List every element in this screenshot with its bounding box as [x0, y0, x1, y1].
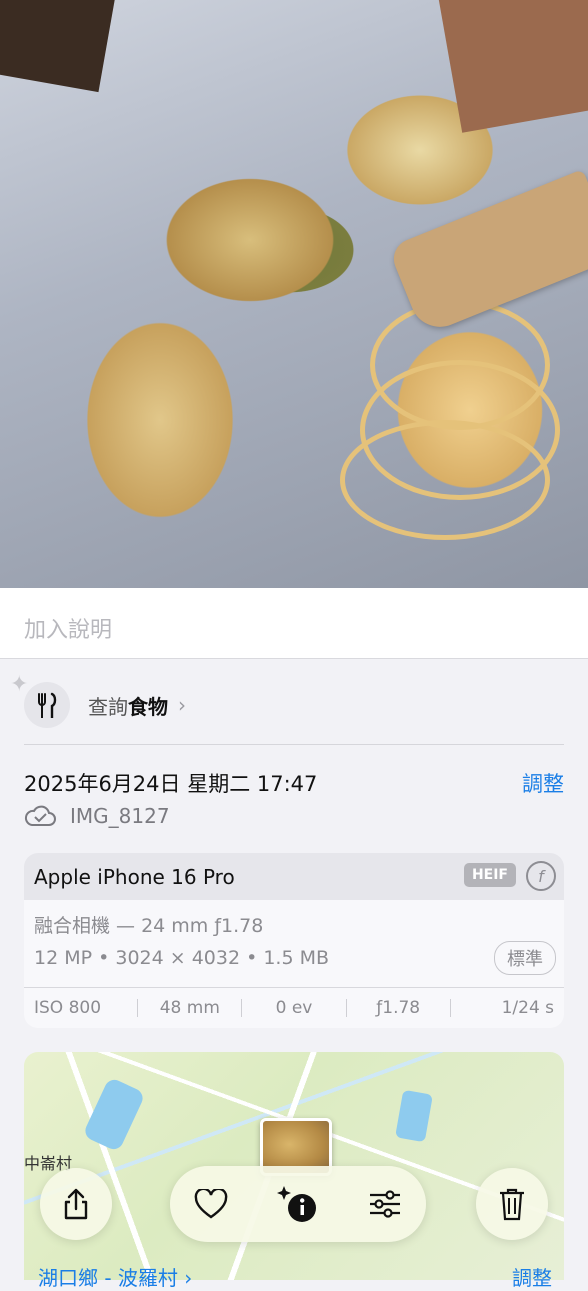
adjust-datetime-button[interactable]: 調整	[522, 768, 564, 798]
icloud-check-icon	[24, 805, 56, 827]
map-lake	[82, 1076, 146, 1153]
photo-datetime: 2025年6月24日 星期二 17:47	[24, 772, 318, 796]
caption-area[interactable]: 加入說明	[0, 588, 588, 659]
exif-shutter: 1/24 s	[501, 997, 555, 1018]
photo[interactable]	[0, 0, 588, 588]
exif-focal-length: 48 mm	[159, 997, 220, 1018]
delete-button[interactable]	[476, 1168, 548, 1240]
map-lake	[395, 1089, 433, 1143]
box-edge	[0, 0, 120, 93]
filename-row: IMG_8127	[24, 804, 170, 828]
filename: IMG_8127	[70, 804, 170, 828]
location-name: 湖口鄉 - 波羅村	[38, 1266, 178, 1290]
lookup-food-button[interactable]: 查詢食物 ›	[24, 682, 186, 728]
camera-card-header: Apple iPhone 16 Pro HEIF f	[24, 853, 564, 900]
adjust-location-button[interactable]: 調整	[512, 1262, 552, 1291]
lens-info: 融合相機 — 24 mm ƒ1.78	[34, 915, 264, 937]
toolbar-group	[170, 1166, 426, 1242]
sliders-icon[interactable]	[368, 1189, 402, 1219]
caption-placeholder[interactable]: 加入說明	[24, 612, 112, 644]
exif-row: ISO 800 48 mm 0 ev ƒ1.78 1/24 s	[24, 987, 564, 1028]
trash-icon	[500, 1188, 524, 1221]
chevron-right-icon: ›	[184, 1266, 193, 1290]
camera-info-card: Apple iPhone 16 Pro HEIF f 融合相機 — 24 mm …	[24, 853, 564, 1028]
divider	[24, 744, 564, 745]
chevron-right-icon: ›	[178, 693, 186, 717]
device-name: Apple iPhone 16 Pro	[34, 864, 235, 889]
noodle	[340, 420, 550, 540]
image-specs: 12 MP • 3024 × 4032 • 1.5 MB	[34, 947, 330, 969]
fork-knife-icon	[24, 682, 70, 728]
exif-aperture: ƒ1.78	[376, 997, 421, 1018]
lookup-label: 查詢食物	[88, 691, 168, 720]
share-button[interactable]	[40, 1168, 112, 1240]
share-icon	[64, 1188, 88, 1220]
aperture-f-icon: f	[526, 861, 556, 891]
location-name-link[interactable]: 湖口鄉 - 波羅村 ›	[38, 1262, 192, 1291]
info-sparkle-icon[interactable]	[276, 1184, 320, 1224]
exif-iso: ISO 800	[34, 997, 102, 1018]
photographic-style-badge: 標準	[494, 941, 556, 975]
lookup-subject: 食物	[128, 694, 168, 719]
box-edge	[436, 0, 588, 133]
heart-icon[interactable]	[194, 1189, 228, 1219]
format-badge: HEIF	[463, 863, 516, 887]
lookup-prefix: 查詢	[88, 694, 128, 719]
exif-exposure: 0 ev	[275, 997, 313, 1018]
